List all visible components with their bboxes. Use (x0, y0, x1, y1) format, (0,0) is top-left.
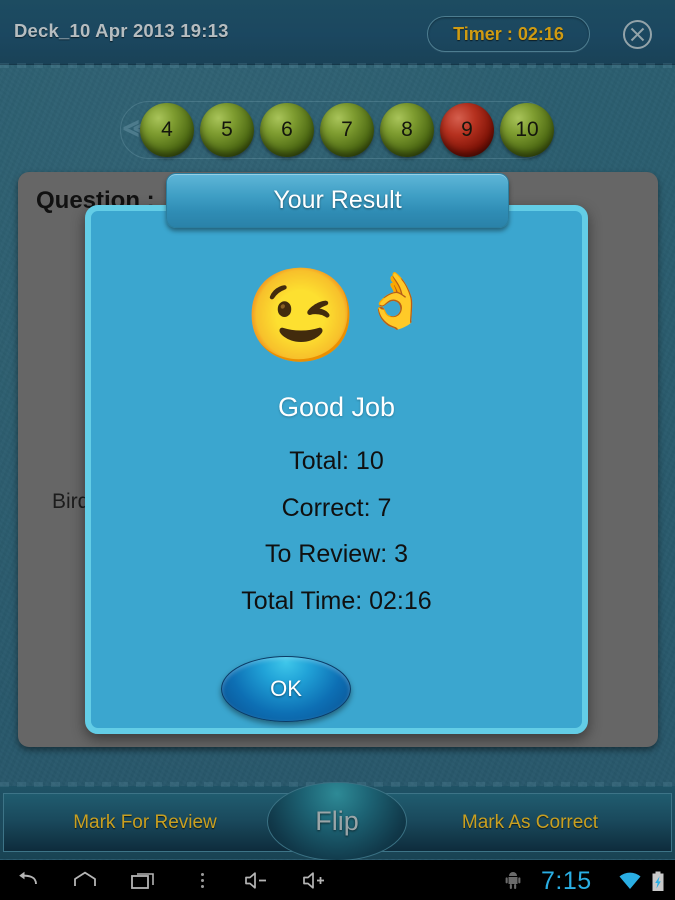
question-pill-label: 4 (161, 118, 173, 141)
question-pill-7[interactable]: 7 (320, 103, 374, 157)
timer-badge: Timer : 02:16 (427, 16, 590, 52)
ok-button[interactable]: OK (221, 656, 351, 722)
deck-title: Deck_10 Apr 2013 19:13 (14, 20, 229, 41)
flip-button-label: Flip (315, 806, 359, 836)
result-stats-list: Total: 10 Correct: 7 To Review: 3 Total Tim… (91, 438, 582, 624)
question-pill-6[interactable]: 6 (260, 103, 314, 157)
volume-down-icon[interactable] (243, 868, 269, 892)
android-navigation-bar: 7:15 (0, 860, 675, 900)
question-card-body: Bird (52, 490, 90, 513)
status-bar-clock: 7:15 (541, 867, 592, 895)
question-pill-5[interactable]: 5 (200, 103, 254, 157)
result-stat-line: Total Time: 02:16 (241, 586, 432, 615)
result-dialog-title: Your Result (273, 186, 402, 214)
battery-charging-icon (645, 869, 671, 893)
timer-text: Timer : 02:16 (453, 23, 564, 44)
result-stat-line: Correct: 7 (281, 493, 392, 522)
volume-up-icon[interactable] (301, 868, 327, 892)
recent-apps-icon[interactable] (130, 868, 156, 892)
ok-button-label: OK (270, 676, 302, 701)
question-pill-8[interactable]: 8 (380, 103, 434, 157)
question-pill-label: 9 (461, 118, 473, 141)
ok-hand-icon: 👌 (362, 270, 430, 331)
close-circle-icon[interactable] (622, 19, 653, 50)
question-pill-10[interactable]: 10 (500, 103, 554, 157)
question-pill-label: 10 (515, 118, 539, 141)
question-pill-9[interactable]: 9 (440, 103, 494, 157)
question-pill-label: 6 (281, 118, 293, 141)
winking-smiley-icon: 😉 (243, 264, 359, 367)
result-headline: Good Job (277, 392, 396, 422)
result-dialog: 😉 👌 Good Job Total: 10 Correct: 7 To Revie… (85, 205, 588, 734)
overflow-menu-icon[interactable] (189, 868, 215, 892)
home-icon[interactable] (72, 868, 98, 892)
mark-as-correct-label: Mark As Correct (461, 811, 599, 833)
back-arrow-icon[interactable] (14, 868, 40, 892)
result-stat-line: Total: 10 (289, 447, 384, 475)
app-header: Deck_10 Apr 2013 19:13 Timer : 02:16 (0, 0, 675, 68)
question-pill-4[interactable]: 4 (140, 103, 194, 157)
app-root: Deck_10 Apr 2013 19:13 Timer : 02:16 ≪ 4… (0, 0, 675, 900)
wifi-icon (617, 869, 643, 893)
result-dialog-title-bar: Your Result (166, 173, 509, 228)
question-pill-label: 7 (341, 118, 353, 141)
flip-button[interactable]: Flip (267, 782, 407, 861)
question-pill-label: 8 (401, 118, 413, 141)
question-pill-label: 5 (221, 118, 233, 141)
result-stat-line: To Review: 3 (264, 540, 409, 568)
result-emoji-row: 😉 👌 (91, 258, 582, 373)
android-robot-icon (500, 868, 526, 892)
mark-for-review-label: Mark For Review (73, 811, 217, 833)
